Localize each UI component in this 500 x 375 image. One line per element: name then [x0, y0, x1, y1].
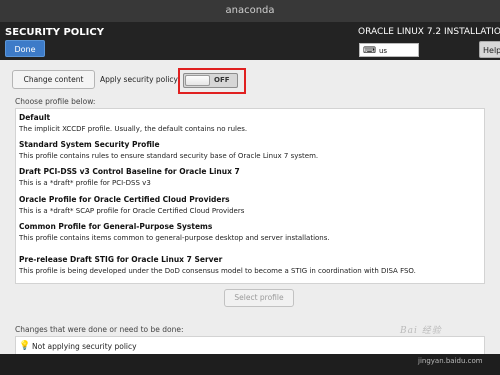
profile-title: Pre-release Draft STIG for Oracle Linux … — [19, 255, 223, 264]
apply-policy-toggle[interactable]: OFF — [183, 73, 238, 88]
choose-profile-label: Choose profile below: — [15, 97, 96, 106]
product-title: ORACLE LINUX 7.2 INSTALLATION — [358, 27, 500, 37]
profile-title: Oracle Profile for Oracle Certified Clou… — [19, 195, 230, 204]
done-button[interactable]: Done — [5, 40, 45, 57]
profile-description: This is a *draft* profile for PCI-DSS v3 — [19, 179, 151, 187]
profile-item-oracle-cloud[interactable]: Oracle Profile for Oracle Certified Clou… — [19, 195, 479, 215]
watermark-logo: Bai 经验 — [400, 326, 442, 336]
profile-title: Default — [19, 113, 51, 122]
watermark-url: jingyan.baidu.com — [418, 357, 483, 365]
keyboard-layout-indicator[interactable]: ⌨ us — [359, 43, 419, 57]
change-content-button[interactable]: Change content — [12, 70, 95, 89]
profile-list: Default The implicit XCCDF profile. Usua… — [15, 108, 485, 284]
select-profile-button[interactable]: Select profile — [224, 289, 294, 307]
profile-item-standard[interactable]: Standard System Security Profile This pr… — [19, 140, 479, 160]
toggle-state-label: OFF — [214, 76, 230, 84]
profile-description: This profile contains rules to ensure st… — [19, 152, 319, 160]
window-title: anaconda — [0, 0, 500, 22]
keyboard-icon: ⌨ — [363, 46, 376, 56]
keyboard-layout-label: us — [379, 47, 388, 55]
profile-description: This profile contains items common to ge… — [19, 234, 330, 242]
profile-title: Draft PCI-DSS v3 Control Baseline for Or… — [19, 167, 240, 176]
changes-list: 💡 Not applying security policy — [15, 336, 485, 356]
change-item-text: Not applying security policy — [32, 342, 137, 351]
profile-title: Common Profile for General-Purpose Syste… — [19, 222, 213, 231]
profile-item-default[interactable]: Default The implicit XCCDF profile. Usua… — [19, 113, 479, 133]
profile-description: The implicit XCCDF profile. Usually, the… — [19, 125, 248, 133]
profile-item-pci-dss[interactable]: Draft PCI-DSS v3 Control Baseline for Or… — [19, 167, 479, 187]
profile-title: Standard System Security Profile — [19, 140, 160, 149]
bulb-icon: 💡 — [19, 341, 31, 351]
apply-security-policy-label: Apply security policy: — [100, 75, 180, 84]
spoke-title: SECURITY POLICY — [5, 27, 104, 38]
spoke-header: SECURITY POLICY Done ORACLE LINUX 7.2 IN… — [0, 22, 500, 60]
profile-description: This is a *draft* SCAP profile for Oracl… — [19, 207, 245, 215]
profile-item-stig[interactable]: Pre-release Draft STIG for Oracle Linux … — [19, 255, 479, 275]
toggle-knob[interactable] — [185, 75, 210, 86]
profile-description: This profile is being developed under th… — [19, 267, 416, 275]
profile-item-common[interactable]: Common Profile for General-Purpose Syste… — [19, 222, 479, 242]
changes-label: Changes that were done or need to be don… — [15, 325, 184, 334]
help-button[interactable]: Help! — [479, 41, 500, 58]
